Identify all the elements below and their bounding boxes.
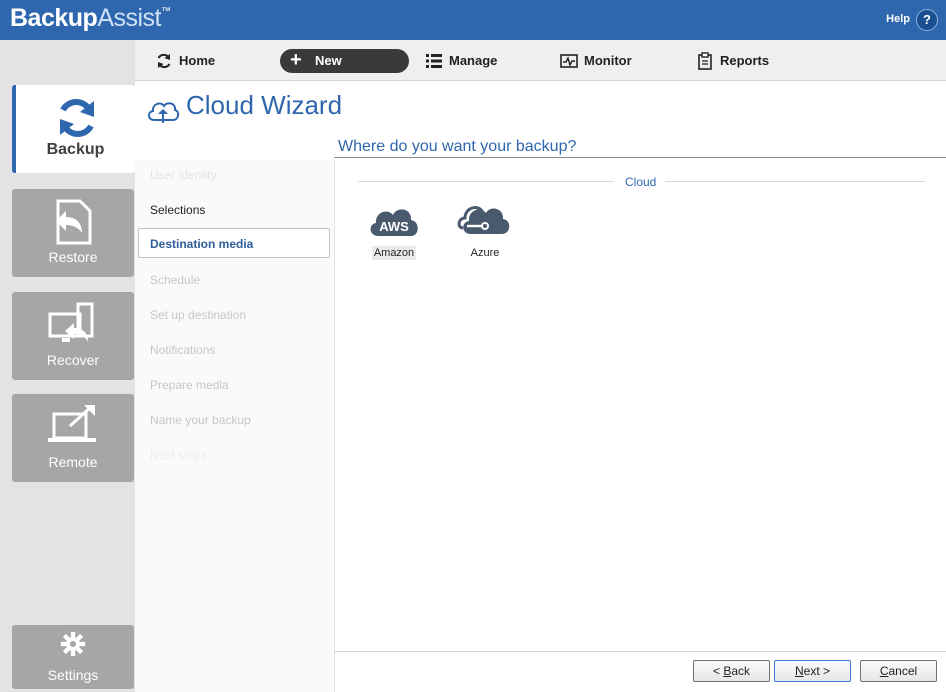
brand-light: Assist: [97, 4, 161, 32]
clipboard-icon: [698, 52, 712, 70]
step-destination-media[interactable]: Destination media: [138, 228, 330, 258]
footer-divider: [334, 651, 946, 652]
cancel-button-rest: ancel: [888, 664, 918, 678]
sidebar-item-backup[interactable]: Backup: [12, 85, 135, 173]
sidebar-item-recover[interactable]: Recover: [12, 292, 134, 380]
option-amazon-label: Amazon: [371, 246, 417, 260]
list-icon: [426, 54, 442, 68]
cloud-upload-icon: [148, 102, 180, 123]
section-divider-right: [665, 181, 925, 182]
sidebar-label-recover: Recover: [46, 352, 100, 368]
option-amazon[interactable]: AWS Amazon: [362, 200, 426, 264]
next-button-rest: ext >: [803, 664, 831, 678]
gear-icon: [60, 631, 86, 657]
sidebar-item-settings[interactable]: Settings: [12, 625, 134, 689]
question-divider: [334, 157, 946, 158]
backup-sync-icon: [60, 99, 94, 137]
back-button[interactable]: < Back: [693, 660, 770, 682]
next-button-key: N: [794, 664, 804, 678]
section-label-cloud: Cloud: [625, 175, 657, 189]
sidebar-label-backup: Backup: [46, 141, 105, 158]
nav-new[interactable]: + New: [280, 49, 409, 73]
next-button[interactable]: Next >: [774, 660, 851, 682]
nav-manage-label: Manage: [449, 53, 498, 68]
step-schedule: Schedule: [150, 273, 201, 287]
wizard-steps: User identity Selections Destination med…: [135, 160, 335, 692]
back-button-rest: ack: [731, 664, 751, 678]
cancel-button[interactable]: Cancel: [860, 660, 937, 682]
azure-cloud-icon: [457, 206, 510, 234]
nav-home-label: Home: [179, 53, 216, 68]
recover-computer-icon: [48, 302, 94, 342]
step-destination-media-label: Destination media: [150, 237, 254, 251]
step-prepare-media: Prepare media: [150, 378, 229, 392]
top-navigation: Home + New Manage Monitor Reports: [135, 40, 946, 81]
monitor-pulse-icon: [560, 54, 578, 68]
title-bar: BackupAssist™ Help ?: [0, 0, 946, 40]
aws-cloud-icon: AWS: [370, 209, 418, 236]
step-next-steps: Next steps: [150, 448, 207, 462]
help-link[interactable]: Help: [886, 13, 910, 25]
step-name-your-backup: Name your backup: [150, 413, 251, 427]
app-logo: BackupAssist™: [10, 4, 171, 33]
brand-tm: ™: [161, 6, 171, 17]
sidebar-label-restore: Restore: [48, 249, 98, 265]
left-sidebar: Backup Restore Recover Remote Settings: [0, 40, 135, 692]
wizard-title: Cloud Wizard: [186, 90, 343, 120]
restore-file-icon: [56, 199, 92, 245]
step-user-identity: User identity: [150, 168, 217, 182]
aws-badge-text: AWS: [379, 219, 409, 234]
remote-laptop-icon: [48, 404, 96, 442]
step-selections[interactable]: Selections: [150, 203, 205, 217]
sidebar-label-remote: Remote: [48, 454, 98, 470]
nav-reports-label: Reports: [720, 53, 770, 68]
brand-bold: Backup: [10, 4, 98, 32]
page-question: Where do you want your backup?: [338, 138, 577, 155]
section-divider-left: [358, 181, 614, 182]
option-azure-label: Azure: [470, 247, 500, 259]
back-button-prefix: <: [712, 664, 724, 678]
plus-icon: +: [290, 49, 302, 71]
nav-monitor-label: Monitor: [584, 53, 632, 68]
step-notifications: Notifications: [150, 343, 216, 357]
refresh-icon: [157, 53, 171, 69]
sidebar-item-remote[interactable]: Remote: [12, 394, 134, 482]
sidebar-item-restore[interactable]: Restore: [12, 189, 134, 277]
option-azure[interactable]: Azure: [453, 200, 517, 264]
help-icon[interactable]: ?: [916, 9, 938, 31]
nav-new-label: New: [315, 53, 342, 68]
sidebar-label-settings: Settings: [47, 667, 99, 683]
step-set-up-destination: Set up destination: [150, 308, 247, 322]
